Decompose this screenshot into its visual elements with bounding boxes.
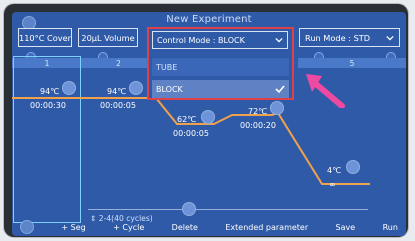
delete-button[interactable]: Delete [172, 223, 198, 232]
run-button[interactable]: Run [383, 223, 398, 232]
option-label: BLOCK [156, 84, 183, 94]
chevron-down-icon [275, 37, 283, 43]
control-mode-select[interactable]: Control Mode : BLOCK [152, 31, 288, 49]
save-button[interactable]: Save [336, 223, 356, 232]
step-edit-bubble[interactable] [201, 110, 215, 124]
cycle-handle[interactable] [182, 202, 196, 216]
control-mode-option-tube[interactable]: TUBE [152, 58, 289, 76]
segment-4-temp[interactable]: 72℃ [248, 107, 267, 116]
segment-2-temp[interactable]: 94℃ [107, 87, 126, 96]
home-icon[interactable] [20, 220, 34, 234]
segment-3-temp[interactable]: 62℃ [177, 115, 196, 124]
bottom-toolbar: + Seg + Cycle Delete Extended parameter … [12, 218, 406, 236]
extended-parameter-button[interactable]: Extended parameter [225, 223, 308, 232]
control-mode-label: Control Mode : BLOCK [157, 35, 245, 45]
step-edit-bubble[interactable] [270, 101, 284, 115]
screen-bezel: New Experiment 110°C Cover 20μL Volume R… [4, 4, 408, 237]
step-edit-bubble[interactable] [62, 81, 76, 95]
step-edit-bubble[interactable] [346, 160, 360, 174]
control-mode-dropdown[interactable]: Control Mode : BLOCK TUBE BLOCK [147, 27, 294, 100]
add-cycle-button[interactable]: + Cycle [113, 223, 144, 232]
segment-1-time[interactable]: 00:00:30 [30, 101, 66, 110]
add-segment-button[interactable]: + Seg [61, 223, 85, 232]
device-frame: New Experiment 110°C Cover 20μL Volume R… [0, 0, 415, 241]
step-edit-bubble[interactable] [129, 81, 143, 95]
segment-5-time[interactable]: ∞ [329, 180, 336, 189]
segment-4-time[interactable]: 00:00:20 [240, 121, 276, 130]
option-label: TUBE [156, 62, 178, 72]
cycle-range-line [88, 209, 368, 210]
instrument-screen: New Experiment 110°C Cover 20μL Volume R… [12, 12, 406, 236]
segment-5-temp[interactable]: 4℃ [327, 166, 341, 175]
arrow-icon [306, 74, 345, 108]
check-icon [275, 85, 285, 94]
segment-2-time[interactable]: 00:00:05 [100, 101, 136, 110]
control-mode-option-block[interactable]: BLOCK [152, 80, 289, 98]
segment-1-temp[interactable]: 94℃ [40, 87, 59, 96]
segment-3-time[interactable]: 00:00:05 [173, 129, 209, 138]
